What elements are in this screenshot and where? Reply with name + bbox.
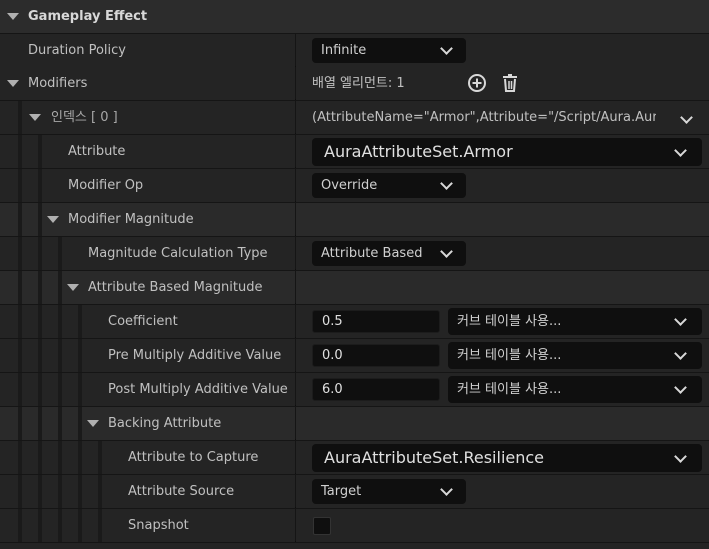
- backing-attr-label: Backing Attribute: [108, 416, 222, 431]
- chevron-down-icon: [440, 42, 453, 55]
- index-0-label: 인덱스 [ 0 ]: [51, 110, 118, 125]
- calc-type-dropdown[interactable]: Attribute Based: [312, 241, 466, 266]
- array-element-count: 배열 엘리먼트: 1: [312, 76, 405, 91]
- modifiers-label: Modifiers: [28, 76, 88, 91]
- duration-policy-dropdown[interactable]: Infinite: [312, 38, 466, 63]
- chevron-down-icon: [440, 483, 453, 496]
- row-attribute-to-capture: Attribute to Capture AuraAttributeSet.Re…: [0, 441, 709, 474]
- modifier-op-label: Modifier Op: [68, 178, 144, 193]
- duration-policy-label: Duration Policy: [28, 43, 126, 58]
- section-title: Gameplay Effect: [28, 9, 148, 24]
- coefficient-curve-table-dropdown[interactable]: 커브 테이블 사용...: [448, 308, 702, 335]
- chevron-down-icon: [674, 450, 687, 463]
- index-0-value: (AttributeName="Armor",Attribute="/Scrip…: [312, 110, 656, 125]
- snapshot-checkbox[interactable]: [313, 517, 331, 535]
- chevron-down-icon: [440, 245, 453, 258]
- row-pre-multiply: Pre Multiply Additive Value 0.0 커브 테이블 사…: [0, 339, 709, 372]
- attribute-dropdown[interactable]: AuraAttributeSet.Armor: [312, 138, 702, 166]
- attr-to-capture-dropdown[interactable]: AuraAttributeSet.Resilience: [312, 444, 702, 472]
- expand-arrow-icon[interactable]: [87, 420, 99, 427]
- expand-arrow-icon[interactable]: [29, 114, 41, 121]
- next-row-partial: [0, 543, 709, 549]
- row-post-multiply: Post Multiply Additive Value 6.0 커브 테이블 …: [0, 373, 709, 406]
- row-modifiers: Modifiers 배열 엘리먼트: 1: [0, 67, 709, 100]
- row-attribute: Attribute AuraAttributeSet.Armor: [0, 135, 709, 168]
- attr-source-dropdown[interactable]: Target: [312, 479, 466, 504]
- row-coefficient: Coefficient 0.5 커브 테이블 사용...: [0, 305, 709, 338]
- expand-arrow-icon[interactable]: [67, 284, 79, 291]
- chevron-down-icon: [674, 313, 687, 326]
- row-attribute-source: Attribute Source Target: [0, 475, 709, 508]
- pre-mult-curve-table-dropdown[interactable]: 커브 테이블 사용...: [448, 342, 702, 369]
- row-duration-policy: Duration Policy Infinite: [0, 34, 709, 67]
- row-snapshot: Snapshot: [0, 509, 709, 542]
- attribute-label: Attribute: [68, 144, 126, 159]
- attr-to-capture-label: Attribute to Capture: [128, 450, 259, 465]
- row-backing-attribute[interactable]: Backing Attribute: [0, 407, 709, 440]
- coefficient-label: Coefficient: [108, 314, 178, 329]
- pre-mult-input[interactable]: 0.0: [312, 344, 440, 367]
- chevron-down-icon: [440, 177, 453, 190]
- post-mult-label: Post Multiply Additive Value: [108, 382, 288, 397]
- post-mult-input[interactable]: 6.0: [312, 378, 440, 401]
- post-mult-curve-table-dropdown[interactable]: 커브 테이블 사용...: [448, 376, 702, 403]
- calc-type-label: Magnitude Calculation Type: [88, 246, 268, 261]
- row-index-0: 인덱스 [ 0 ] (AttributeName="Armor",Attribu…: [0, 101, 709, 134]
- modifier-magnitude-label: Modifier Magnitude: [68, 212, 194, 227]
- section-header-gameplay-effect[interactable]: Gameplay Effect: [0, 0, 709, 33]
- details-panel: Gameplay Effect Duration Policy Infinite…: [0, 0, 709, 549]
- pre-mult-label: Pre Multiply Additive Value: [108, 348, 282, 363]
- snapshot-label: Snapshot: [128, 518, 189, 533]
- expand-arrow-icon[interactable]: [7, 13, 19, 20]
- attr-based-mag-label: Attribute Based Magnitude: [88, 280, 263, 295]
- row-modifier-magnitude[interactable]: Modifier Magnitude: [0, 203, 709, 236]
- chevron-down-icon: [674, 144, 687, 157]
- row-modifier-op: Modifier Op Override: [0, 169, 709, 202]
- row-attribute-based-magnitude[interactable]: Attribute Based Magnitude: [0, 271, 709, 304]
- row-magnitude-calc-type: Magnitude Calculation Type Attribute Bas…: [0, 237, 709, 270]
- chevron-down-icon: [674, 347, 687, 360]
- coefficient-input[interactable]: 0.5: [312, 310, 440, 333]
- plus-circle-icon[interactable]: [467, 73, 487, 93]
- expand-arrow-icon[interactable]: [47, 216, 59, 223]
- attr-source-label: Attribute Source: [128, 484, 235, 499]
- chevron-down-icon: [674, 381, 687, 394]
- modifier-op-dropdown[interactable]: Override: [312, 173, 466, 198]
- trash-icon[interactable]: [500, 73, 520, 93]
- expand-arrow-icon[interactable]: [7, 80, 19, 87]
